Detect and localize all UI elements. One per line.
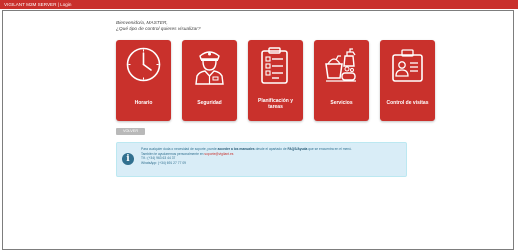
tile-label: Planificación y tareas	[257, 98, 293, 110]
app-window: VIGILANT M2M SERVER | Login Bienvenido/a…	[0, 0, 518, 252]
tile-horario[interactable]: Horario	[116, 40, 171, 121]
greeting: Bienvenido/a, MASTER, ¿Qué tipo de contr…	[116, 21, 201, 33]
support-info-text: Para cualquier duda o necesidad de sopor…	[141, 147, 405, 165]
clock-icon	[126, 47, 161, 82]
app-title: VIGILANT M2M SERVER | Login	[4, 2, 72, 7]
support-info-box: i Para cualquier duda o necesidad de sop…	[116, 142, 407, 177]
tile-label: Horario	[134, 100, 153, 106]
tile-seguridad[interactable]: Seguridad	[182, 40, 237, 121]
faqs-link[interactable]: FAQS/Ayuda	[287, 147, 307, 151]
clipboard-checklist-icon	[261, 47, 288, 84]
top-bar: VIGILANT M2M SERVER | Login	[0, 0, 518, 9]
volver-button[interactable]: VOLVER	[116, 128, 145, 135]
greeting-line-2: ¿Qué tipo de control quieres visualizar?	[116, 27, 201, 32]
id-card-icon	[392, 49, 423, 82]
tile-control-visitas[interactable]: Control de visitas	[380, 40, 435, 121]
manuals-link[interactable]: acceder a los manuales	[218, 147, 255, 151]
tile-label: Control de visitas	[386, 100, 429, 106]
tile-label: Seguridad	[197, 100, 222, 106]
tile-servicios[interactable]: Servicios	[314, 40, 369, 121]
security-guard-icon	[195, 51, 224, 85]
tile-label: Servicios	[330, 100, 353, 106]
tile-planificacion[interactable]: Planificación y tareas	[248, 40, 303, 121]
cleaning-supplies-icon	[325, 48, 356, 82]
support-email-link[interactable]: soporte@vigilant.es	[204, 152, 233, 156]
info-icon: i	[122, 153, 134, 165]
support-whatsapp: WhatsApp: (+34) 691 27 77 09	[141, 160, 186, 165]
